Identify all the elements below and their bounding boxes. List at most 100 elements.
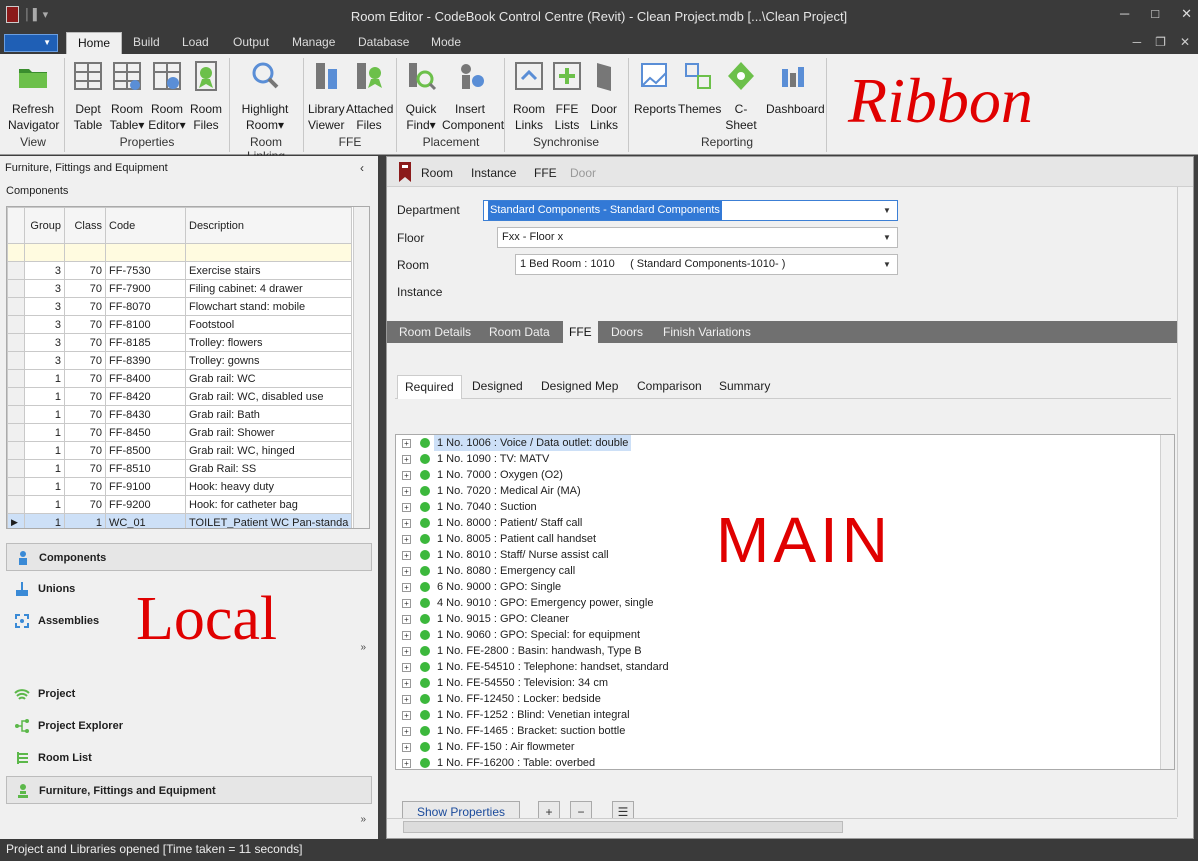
tab-room[interactable]: Room xyxy=(421,166,453,180)
horizontal-scrollbar[interactable] xyxy=(387,818,1177,834)
themes-button[interactable]: Themes xyxy=(678,56,721,117)
assembly-icon xyxy=(15,614,29,628)
floor-select[interactable]: Fxx - Floor x ▼ xyxy=(497,227,898,248)
insert-component-button[interactable]: Insert Component xyxy=(442,56,504,133)
highlight-room-button[interactable]: Highlight Room▾ xyxy=(236,56,294,133)
library-viewer-button[interactable]: Library Viewer xyxy=(308,56,345,133)
expand-more-icon-2[interactable]: » xyxy=(360,814,366,825)
room-files-button[interactable]: Room Files xyxy=(188,56,224,133)
expand-icon: + xyxy=(402,599,411,608)
status-dot-icon xyxy=(420,438,430,448)
tab-instance[interactable]: Instance xyxy=(471,166,516,180)
expand-icon: + xyxy=(402,695,411,704)
refresh-navigator-button[interactable]: Refresh Navigator xyxy=(8,56,59,133)
room-links-icon xyxy=(515,62,543,90)
status-bar: Project and Libraries opened [Time taken… xyxy=(0,839,1198,861)
tree-scrollbar[interactable] xyxy=(1160,435,1174,769)
mdi-minimize-icon[interactable]: ─ xyxy=(1133,35,1142,49)
minimize-icon[interactable]: ─ xyxy=(1120,6,1129,22)
reports-button[interactable]: Reports xyxy=(634,56,676,117)
tab-ffe-top[interactable]: FFE xyxy=(534,166,557,180)
components-grid[interactable]: Group Class Code Description 3 70 FF-7530 E… xyxy=(6,206,370,529)
table-row[interactable]: 1 70 FF-8450 Grab rail: Shower xyxy=(7,423,353,442)
table-row[interactable]: 3 70 FF-8100 Footstool xyxy=(7,315,353,334)
col-group[interactable]: Group xyxy=(24,207,65,244)
tab-room-details[interactable]: Room Details xyxy=(399,325,471,339)
main-panel: Room Instance FFE Door Department Standa… xyxy=(386,156,1194,839)
table-row[interactable]: 1 70 FF-8400 Grab rail: WC xyxy=(7,369,353,388)
status-dot-icon xyxy=(420,678,430,688)
table-row[interactable]: 1 70 FF-9200 Hook: for catheter bag xyxy=(7,495,353,514)
tab-designed-mep[interactable]: Designed Mep xyxy=(541,379,618,393)
table-icon xyxy=(74,62,102,90)
quick-find-button[interactable]: Quick Find▾ xyxy=(402,56,440,133)
tab-room-data[interactable]: Room Data xyxy=(489,325,550,339)
expand-icon: + xyxy=(402,679,411,688)
filter-row[interactable] xyxy=(7,243,353,262)
c-sheet-button[interactable]: C-Sheet xyxy=(720,56,762,133)
quick-find-icon xyxy=(409,63,437,91)
col-description[interactable]: Description xyxy=(184,207,353,244)
table-row[interactable]: 1 70 FF-8420 Grab rail: WC, disabled use xyxy=(7,387,353,406)
tab-load[interactable]: Load xyxy=(182,35,209,49)
room-table-icon xyxy=(113,62,141,90)
mdi-restore-icon[interactable]: ❐ xyxy=(1155,35,1166,49)
tab-summary[interactable]: Summary xyxy=(719,379,770,393)
tab-mode[interactable]: Mode xyxy=(431,35,461,49)
tab-comparison[interactable]: Comparison xyxy=(637,379,702,393)
nav-project[interactable]: Project xyxy=(6,680,372,708)
table-row[interactable]: 3 70 FF-8185 Trolley: flowers xyxy=(7,333,353,352)
nav-components[interactable]: Components xyxy=(6,543,372,571)
room-links-button[interactable]: Room Links xyxy=(510,56,548,133)
nav-ffe[interactable]: Furniture, Fittings and Equipment xyxy=(6,776,372,804)
maximize-icon[interactable]: □ xyxy=(1151,6,1159,22)
tab-required[interactable]: Required xyxy=(397,375,462,399)
table-row[interactable]: 1 70 FF-8500 Grab rail: WC, hinged xyxy=(7,441,353,460)
table-row-selected[interactable]: ▶ 1 1 WC_01 TOILET_Patient WC Pan-standa xyxy=(7,513,353,528)
app-menu-button[interactable]: ▼ xyxy=(4,34,58,52)
tab-doors[interactable]: Doors xyxy=(611,325,643,339)
tab-manage[interactable]: Manage xyxy=(292,35,335,49)
tab-designed[interactable]: Designed xyxy=(472,379,523,393)
col-class[interactable]: Class xyxy=(64,207,106,244)
scroll-thumb[interactable] xyxy=(403,821,843,833)
tab-home[interactable]: Home xyxy=(66,32,123,54)
collapse-panel-icon[interactable]: ‹ xyxy=(360,161,364,175)
room-select[interactable]: 1 Bed Room : 1010 ( Standard Components-… xyxy=(515,254,898,275)
table-row[interactable]: 3 70 FF-7900 Filing cabinet: 4 drawer xyxy=(7,279,353,298)
table-row[interactable]: 3 70 FF-7530 Exercise stairs xyxy=(7,261,353,280)
table-row[interactable]: 3 70 FF-8070 Flowchart stand: mobile xyxy=(7,297,353,316)
left-panel-title: Furniture, Fittings and Equipment xyxy=(5,162,168,174)
table-row[interactable]: 1 70 FF-8510 Grab Rail: SS xyxy=(7,459,353,478)
status-dot-icon xyxy=(420,470,430,480)
tab-output[interactable]: Output xyxy=(233,35,269,49)
door-links-button[interactable]: Door Links xyxy=(588,56,620,133)
room-editor-button[interactable]: Room Editor▾ xyxy=(148,56,186,133)
expand-more-icon[interactable]: » xyxy=(360,642,366,653)
nav-room-list[interactable]: Room List xyxy=(6,744,372,772)
dashboard-button[interactable]: Dashboard xyxy=(766,56,825,117)
main-top-tabs: Room Instance FFE Door xyxy=(387,157,1193,187)
tab-ffe[interactable]: FFE xyxy=(563,321,598,343)
table-row[interactable]: 3 70 FF-8390 Trolley: gowns xyxy=(7,351,353,370)
table-row[interactable]: 1 70 FF-8430 Grab rail: Bath xyxy=(7,405,353,424)
nav-project-explorer[interactable]: Project Explorer xyxy=(6,712,372,740)
attached-files-button[interactable]: Attached Files xyxy=(346,56,393,133)
ffe-lists-button[interactable]: FFE Lists xyxy=(550,56,584,133)
expand-icon: + xyxy=(402,615,411,624)
tab-finish-variations[interactable]: Finish Variations xyxy=(663,325,751,339)
grid-scrollbar[interactable] xyxy=(353,207,369,528)
tab-database[interactable]: Database xyxy=(358,35,409,49)
room-table-button[interactable]: Room Table▾ xyxy=(108,56,146,133)
main-scrollbar[interactable] xyxy=(1177,187,1193,817)
project-icon xyxy=(14,689,30,700)
dept-table-button[interactable]: Dept Table xyxy=(70,56,106,133)
col-code[interactable]: Code xyxy=(105,207,186,244)
department-select[interactable]: Standard Components - Standard Component… xyxy=(483,200,898,221)
tab-door[interactable]: Door xyxy=(570,166,596,180)
close-icon[interactable]: ✕ xyxy=(1181,6,1192,22)
tab-build[interactable]: Build xyxy=(133,35,160,49)
mdi-close-icon[interactable]: ✕ xyxy=(1180,35,1190,49)
table-row[interactable]: 1 70 FF-9100 Hook: heavy duty xyxy=(7,477,353,496)
ffe-tree[interactable]: +1 No. 1006 : Voice / Data outlet: doubl… xyxy=(395,434,1175,770)
